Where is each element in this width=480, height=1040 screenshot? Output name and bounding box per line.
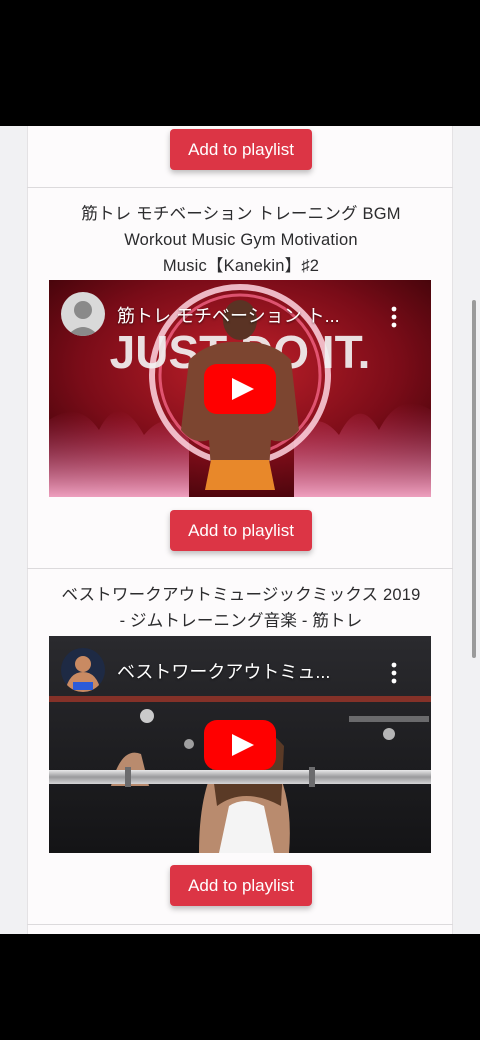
status-bar-area xyxy=(0,0,480,126)
video-title-line: Music【Kanekin】♯2 xyxy=(162,257,320,275)
video-card: ベストワークアウトミュージックミックス 2019 - ジムトレーニング音楽 - … xyxy=(27,569,453,924)
more-options-icon[interactable] xyxy=(391,662,397,684)
play-button-icon[interactable] xyxy=(204,364,276,414)
channel-avatar[interactable] xyxy=(61,292,105,336)
scrollbar-thumb[interactable] xyxy=(472,300,476,658)
video-title: 筋トレ モチベーション トレーニング BGM Workout Music Gym… xyxy=(28,201,454,279)
video-title-line: ベストワークアウトミュージックミックス 2019 xyxy=(61,586,421,604)
video-card xyxy=(27,925,453,934)
video-title-line: Workout Music Gym Motivation xyxy=(124,231,358,249)
scroll-viewport[interactable]: Add to playlist 筋トレ モチベーション トレーニング BGM W… xyxy=(0,126,480,934)
video-title: ベストワークアウトミュージックミックス 2019 - ジムトレーニング音楽 - … xyxy=(28,582,454,634)
navigation-bar-area xyxy=(0,934,480,1040)
video-overlay-title[interactable]: ベストワークアウトミュ... xyxy=(117,658,330,684)
video-embed[interactable]: JUST DO IT. 筋トレ モチベーション ト... xyxy=(49,280,431,497)
add-to-playlist-button[interactable]: Add to playlist xyxy=(170,510,312,551)
add-to-playlist-button[interactable]: Add to playlist xyxy=(170,865,312,906)
video-embed[interactable]: ベストワークアウトミュ... xyxy=(49,636,431,853)
channel-avatar[interactable] xyxy=(61,648,105,692)
video-title-line: - ジムトレーニング音楽 - 筋トレ xyxy=(119,612,363,630)
video-card: Add to playlist xyxy=(27,126,453,187)
video-overlay-title[interactable]: 筋トレ モチベーション ト... xyxy=(117,302,340,328)
play-button-icon[interactable] xyxy=(204,720,276,770)
video-title-line: 筋トレ モチベーション トレーニング BGM xyxy=(81,205,401,223)
add-to-playlist-button[interactable]: Add to playlist xyxy=(170,129,312,170)
more-options-icon[interactable] xyxy=(391,306,397,328)
video-card: 筋トレ モチベーション トレーニング BGM Workout Music Gym… xyxy=(27,188,453,568)
